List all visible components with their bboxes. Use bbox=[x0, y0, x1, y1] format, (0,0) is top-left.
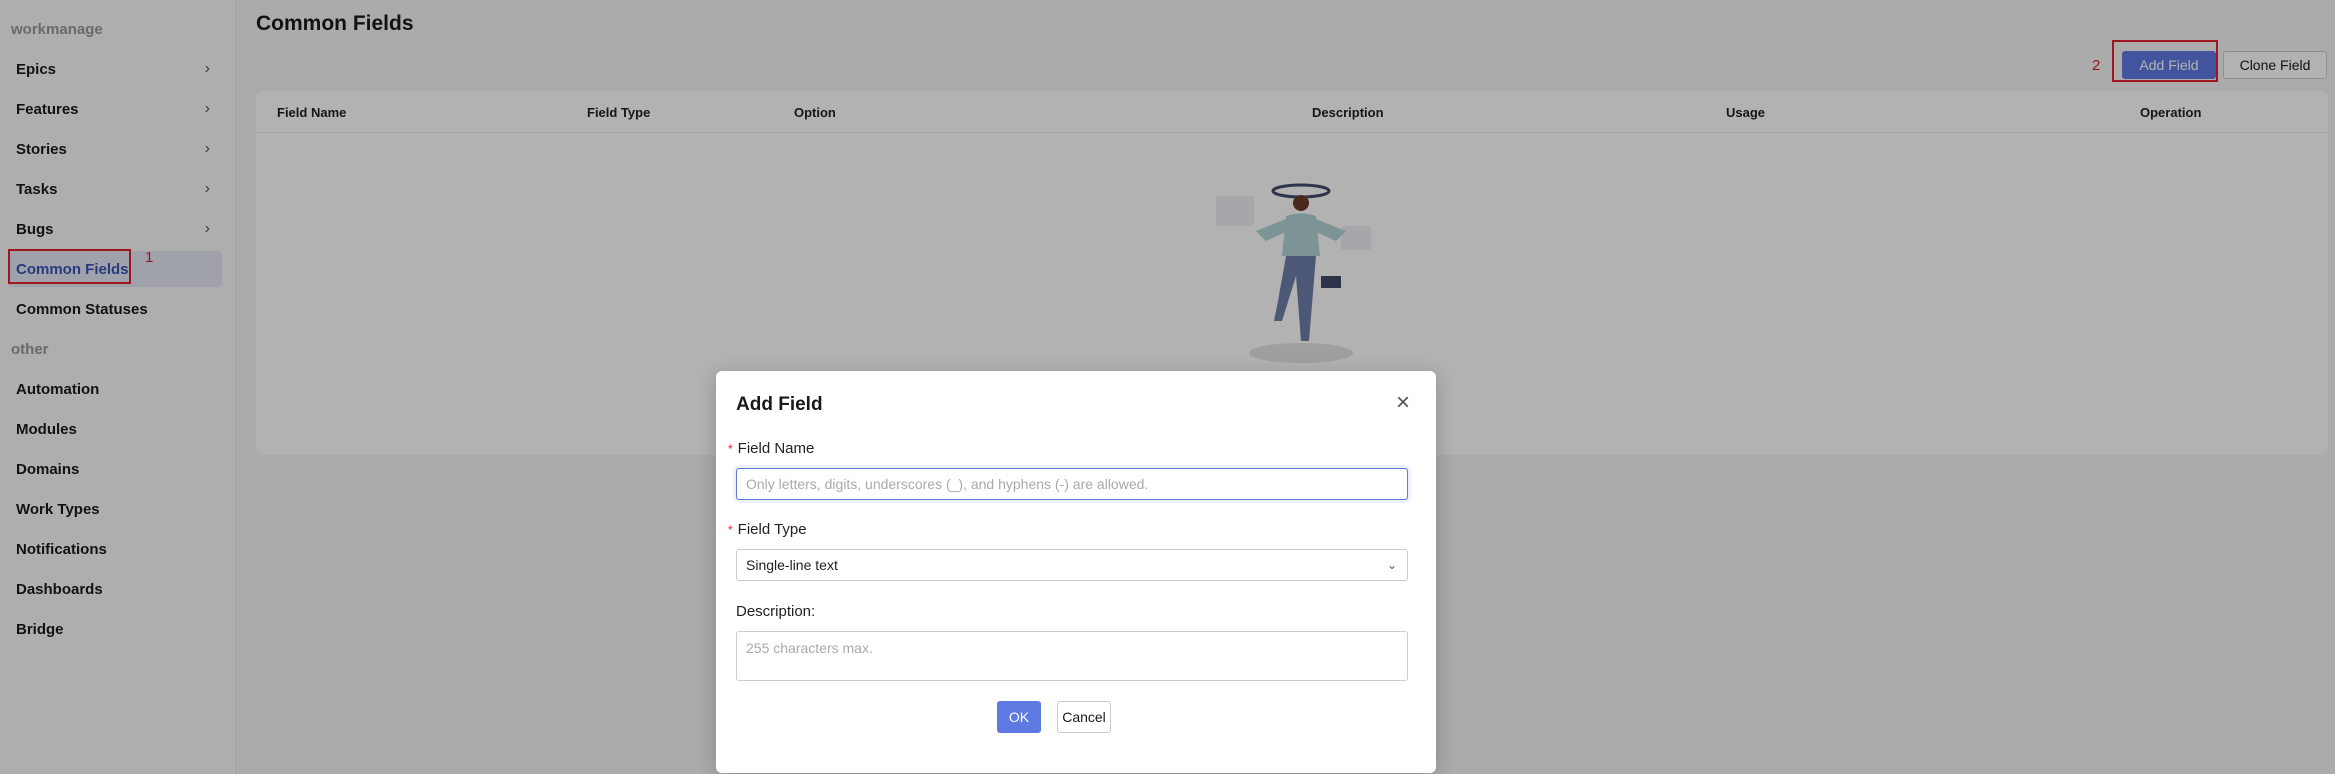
field-type-label: * Field Type bbox=[728, 521, 807, 538]
description-label: Description: bbox=[736, 603, 816, 620]
label-text: Field Name bbox=[737, 440, 815, 457]
close-icon[interactable]: × bbox=[1396, 391, 1410, 415]
ok-button[interactable]: OK bbox=[997, 701, 1041, 733]
label-text: Field Type bbox=[737, 521, 807, 538]
field-name-label: * Field Name bbox=[728, 440, 814, 457]
field-type-select[interactable]: Single-line text ⌄ bbox=[736, 549, 1408, 581]
required-marker: * bbox=[728, 442, 733, 456]
field-name-input[interactable]: Only letters, digits, underscores (_), a… bbox=[736, 468, 1408, 500]
dialog-title: Add Field bbox=[736, 394, 823, 415]
cancel-button[interactable]: Cancel bbox=[1057, 701, 1111, 733]
required-marker: * bbox=[728, 523, 733, 537]
selected-value: Single-line text bbox=[746, 557, 838, 573]
description-textarea[interactable]: 255 characters max. bbox=[736, 631, 1408, 681]
add-field-dialog: Add Field × * Field Name Only letters, di… bbox=[716, 371, 1436, 773]
chevron-down-icon: ⌄ bbox=[1386, 558, 1397, 572]
